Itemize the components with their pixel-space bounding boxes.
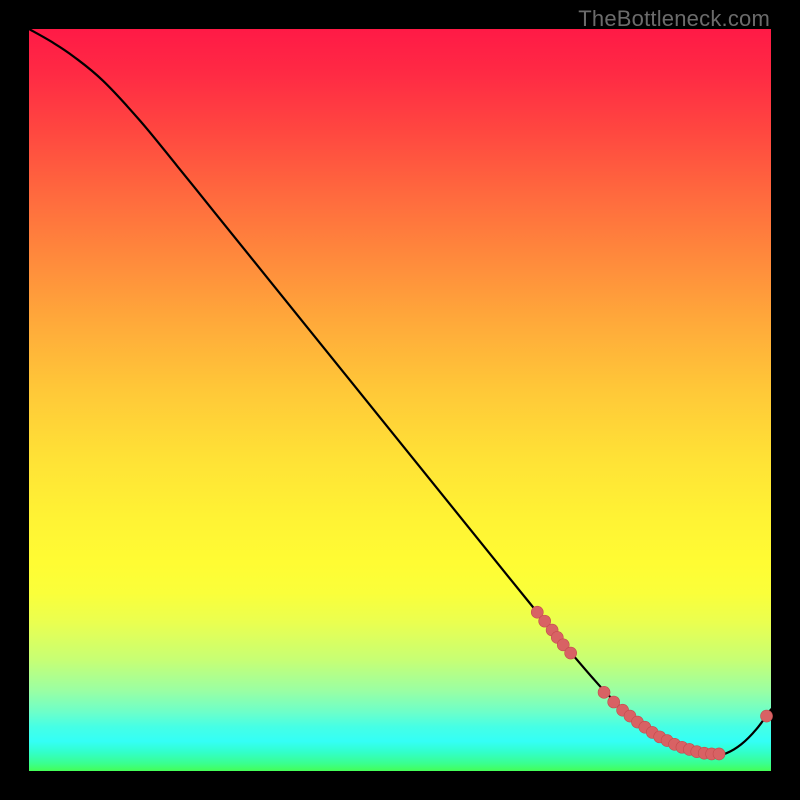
data-point <box>565 647 577 659</box>
data-point <box>598 686 610 698</box>
bottleneck-curve <box>29 29 771 756</box>
data-points <box>531 606 772 760</box>
data-point <box>761 710 773 722</box>
chart-svg <box>29 29 771 771</box>
data-point <box>713 748 725 760</box>
